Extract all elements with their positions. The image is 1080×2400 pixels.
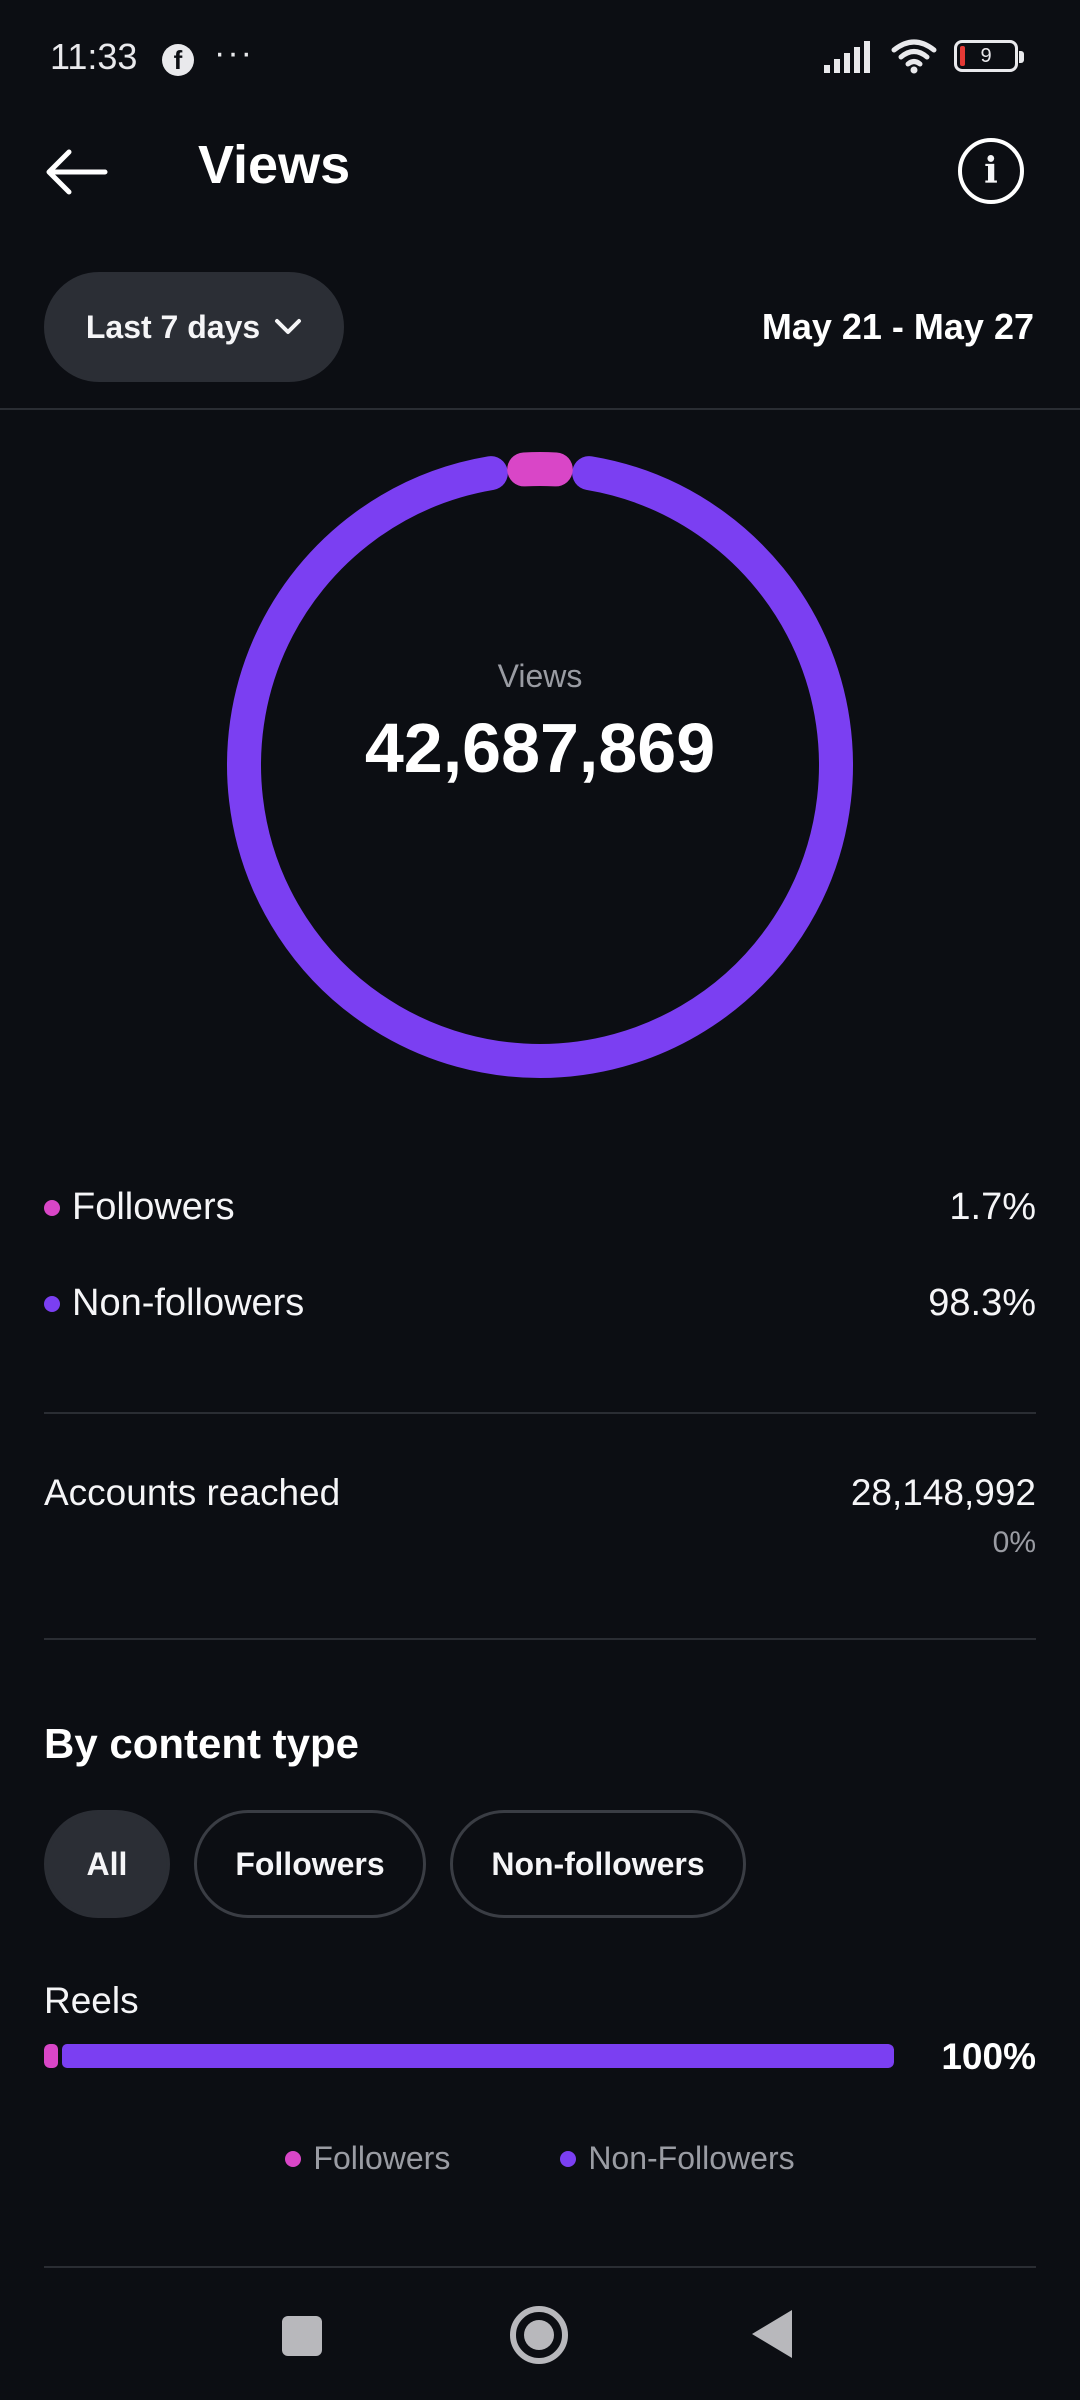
legend-non-followers: Non-Followers — [560, 2140, 795, 2177]
wifi-icon — [891, 39, 937, 74]
date-range-dropdown[interactable]: Last 7 days — [44, 272, 344, 382]
followers-row: Followers 1.7% — [44, 1186, 1036, 1229]
reels-bar-followers — [44, 2044, 59, 2068]
recents-button[interactable] — [282, 2316, 322, 2356]
chip-non-followers[interactable]: Non-followers — [450, 1810, 746, 1918]
legend-followers-dot — [285, 2150, 302, 2167]
date-range-text: May 21 - May 27 — [761, 306, 1034, 347]
chip-all[interactable]: All — [44, 1810, 170, 1918]
legend-followers-label: Followers — [313, 2140, 451, 2176]
divider — [44, 1412, 1036, 1414]
accounts-reached-value: 28,148,992 — [850, 1472, 1036, 1513]
reels-percent: 100% — [941, 2036, 1036, 2077]
arrow-left-icon — [46, 149, 108, 195]
section-title: By content type — [44, 1720, 360, 1767]
chevron-down-icon — [275, 319, 302, 334]
non-followers-dot — [44, 1295, 60, 1312]
facebook-icon: f — [162, 44, 194, 76]
followers-percent: 1.7% — [949, 1186, 1036, 1228]
battery-icon: 9 — [954, 40, 1024, 72]
total-views-value: 42,687,869 — [364, 709, 716, 787]
home-button[interactable] — [510, 2306, 568, 2364]
chip-followers[interactable]: Followers — [194, 1810, 426, 1918]
reels-label: Reels — [44, 1980, 139, 2021]
status-icons: 9 — [824, 38, 1024, 74]
non-followers-row: Non-followers 98.3% — [44, 1282, 1036, 1325]
legend-followers: Followers — [285, 2140, 450, 2177]
content-filter-chips: All Followers Non-followers — [44, 1810, 746, 1918]
divider — [44, 1638, 1036, 1640]
info-button[interactable]: i — [958, 138, 1024, 204]
non-followers-label: Non-followers — [72, 1282, 305, 1324]
system-back-button[interactable] — [752, 2310, 792, 2358]
date-range-label: Last 7 days — [85, 308, 261, 345]
home-icon — [524, 2320, 554, 2350]
reels-bar — [44, 2044, 894, 2068]
legend-non-followers-dot — [560, 2150, 577, 2167]
page-title: Views — [198, 135, 351, 195]
accounts-reached-change: 0% — [992, 1526, 1036, 1559]
status-time: 11:33 — [50, 36, 138, 77]
content-legend: Followers Non-Followers — [0, 2140, 1080, 2177]
divider — [0, 408, 1080, 410]
accounts-reached-label: Accounts reached — [44, 1472, 341, 1513]
followers-label: Followers — [72, 1186, 235, 1228]
info-icon: i — [984, 150, 998, 192]
non-followers-percent: 98.3% — [928, 1282, 1036, 1324]
donut-label: Views — [497, 658, 583, 694]
back-button[interactable] — [40, 136, 112, 208]
battery-level: 9 — [980, 44, 992, 67]
reels-bar-non-followers — [62, 2044, 894, 2068]
followers-dot — [44, 1199, 60, 1216]
legend-non-followers-label: Non-Followers — [588, 2140, 795, 2176]
signal-icon — [824, 41, 870, 73]
more-notifications-icon: ··· — [214, 34, 254, 72]
